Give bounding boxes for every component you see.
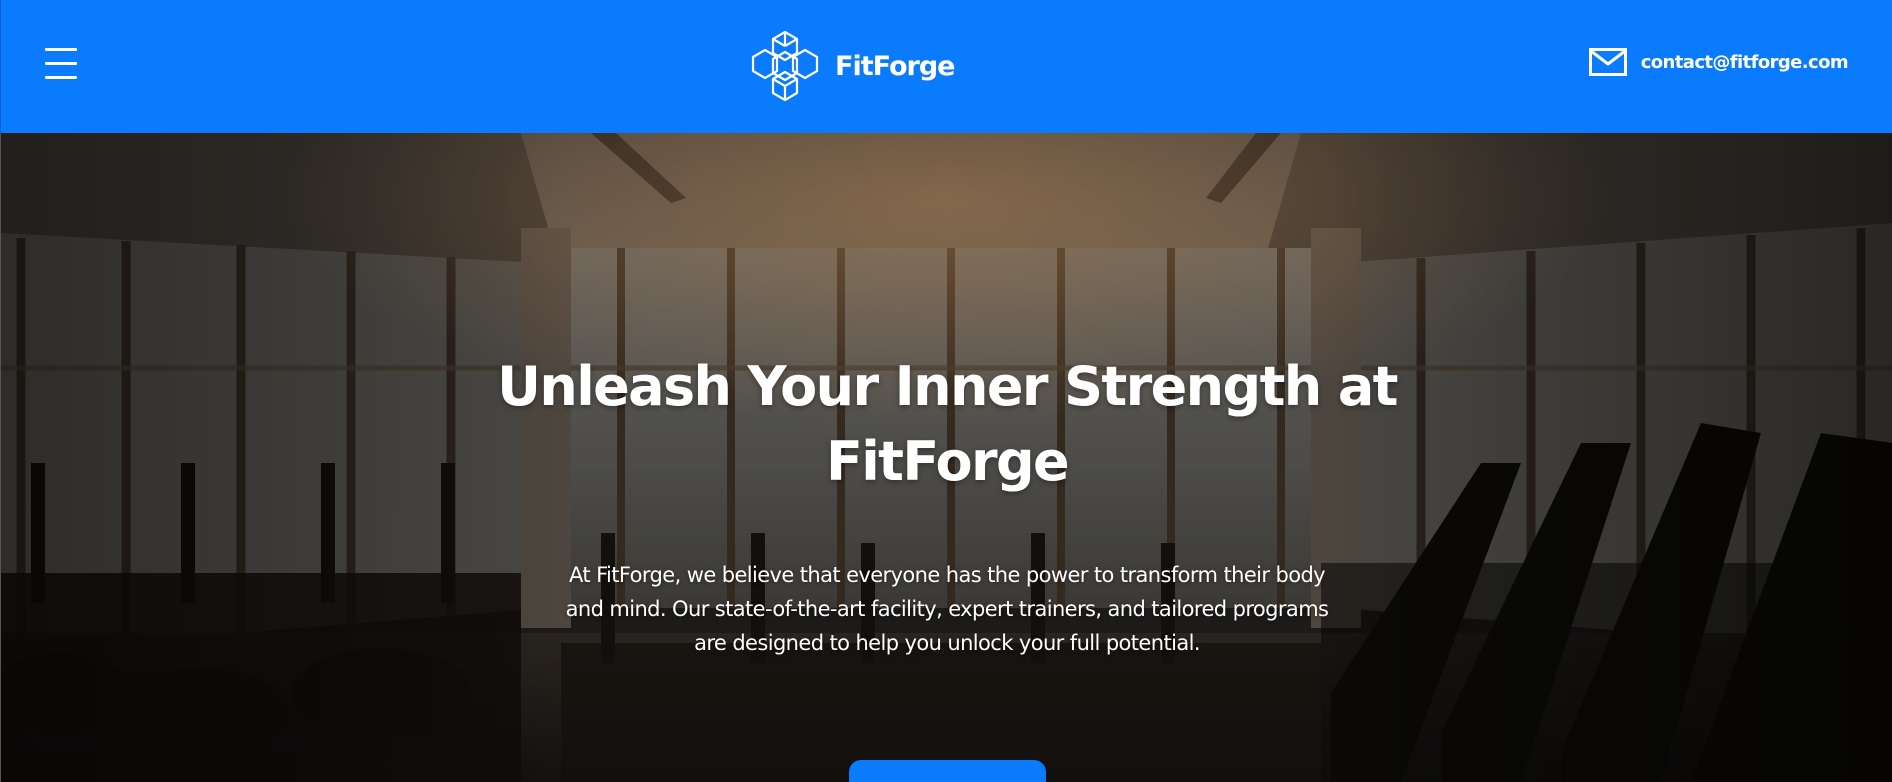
contact-email: contact@fitforge.com	[1640, 51, 1849, 73]
hamburger-menu-icon[interactable]	[45, 46, 77, 82]
site-header: FitForge contact@fitforge.com	[0, 0, 1892, 133]
hero-section: Unleash Your Inner Strength at FitForge …	[0, 133, 1892, 782]
hero-description: At FitForge, we believe that everyone ha…	[565, 563, 1329, 655]
brand-name: FitForge	[835, 50, 955, 82]
hero-cta-button[interactable]	[849, 760, 1046, 782]
brand-logo-link[interactable]: FitForge	[747, 26, 955, 106]
contact-email-link[interactable]: contact@fitforge.com	[1588, 48, 1849, 76]
hexagon-cube-logo-icon	[751, 30, 819, 102]
envelope-icon	[1588, 48, 1627, 76]
hero-title: Unleash Your Inner Strength at FitForge	[497, 355, 1398, 493]
